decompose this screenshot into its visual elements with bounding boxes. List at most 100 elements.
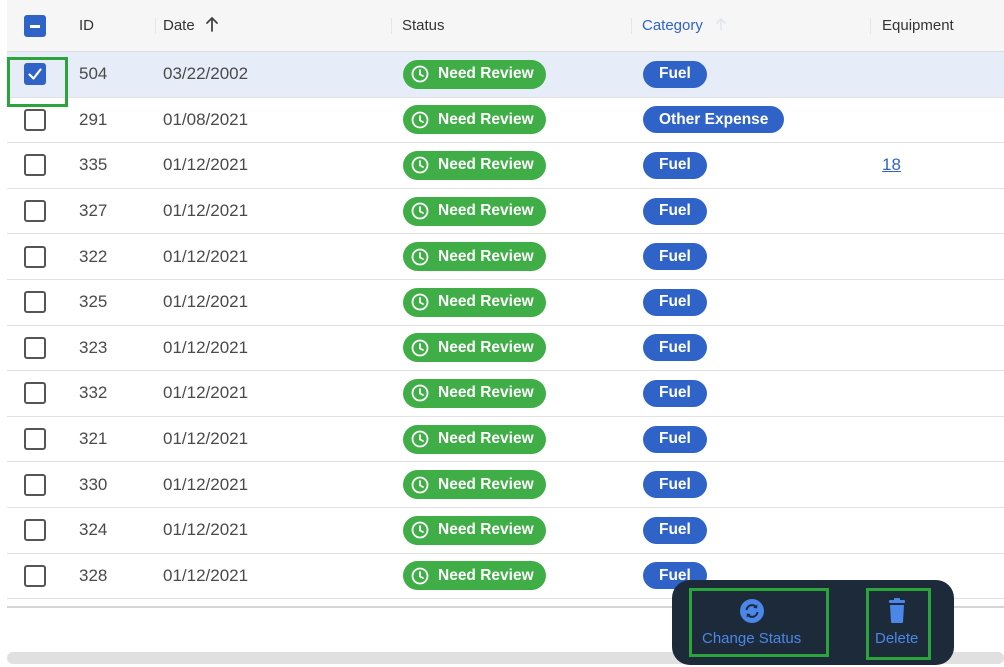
id-value: 330 — [79, 474, 108, 494]
category-badge[interactable]: Other Expense — [643, 106, 785, 134]
status-label: Need Review — [438, 110, 534, 128]
date-value: 01/12/2021 — [163, 474, 249, 494]
category-badge[interactable]: Fuel — [643, 151, 707, 179]
status-badge[interactable]: Need Review — [403, 561, 546, 591]
cell-status: Need Review — [403, 98, 546, 143]
sort-arrow-up-icon — [716, 17, 726, 31]
category-badge[interactable]: Fuel — [643, 425, 707, 453]
status-badge[interactable]: Need Review — [403, 105, 546, 135]
row-checkbox[interactable] — [24, 519, 46, 542]
id-value: 291 — [79, 109, 108, 129]
table-row[interactable]: 291 01/08/2021 Need Review Other Expense — [7, 97, 1004, 144]
status-label: Need Review — [438, 247, 534, 265]
column-header-equipment[interactable]: Equipment — [882, 0, 954, 52]
row-checkbox[interactable] — [24, 108, 46, 131]
column-header-id[interactable]: ID — [79, 0, 94, 52]
status-badge[interactable]: Need Review — [403, 470, 546, 500]
status-badge[interactable]: Need Review — [403, 196, 546, 226]
table-row[interactable]: 332 01/12/2021 Need Review Fuel — [7, 371, 1004, 417]
table-row[interactable]: 321 01/12/2021 Need Review Fuel — [7, 416, 1004, 463]
category-badge[interactable]: Fuel — [643, 334, 707, 362]
id-value: 504 — [79, 64, 108, 84]
category-badge[interactable]: Fuel — [643, 516, 707, 544]
row-checkbox[interactable] — [24, 428, 46, 451]
cell-category: Fuel — [643, 508, 707, 553]
table-row[interactable]: 335 01/12/2021 Need Review Fuel 18 — [7, 143, 1004, 189]
select-all-checkbox[interactable] — [24, 15, 46, 37]
row-checkbox[interactable] — [24, 154, 46, 177]
category-badge[interactable]: Fuel — [643, 197, 707, 225]
table-row[interactable]: 322 01/12/2021 Need Review Fuel — [7, 234, 1004, 280]
status-badge[interactable]: Need Review — [403, 59, 546, 89]
category-badge[interactable]: Fuel — [643, 243, 707, 271]
refresh-circle-icon — [739, 599, 764, 623]
status-badge[interactable]: Need Review — [403, 242, 546, 272]
date-value: 01/12/2021 — [163, 155, 249, 175]
cell-id: 330 — [79, 462, 107, 507]
cell-status: Need Review — [403, 417, 546, 462]
column-header-status[interactable]: Status — [402, 0, 445, 52]
date-value: 01/12/2021 — [163, 383, 249, 403]
cell-date: 01/12/2021 — [163, 234, 248, 279]
status-badge[interactable]: Need Review — [403, 424, 546, 454]
row-checkbox[interactable] — [24, 564, 46, 587]
date-value: 01/12/2021 — [163, 201, 249, 221]
status-label: Need Review — [438, 384, 534, 402]
table-row[interactable]: 323 01/12/2021 Need Review Fuel — [7, 325, 1004, 372]
row-checkbox[interactable] — [24, 291, 46, 314]
cell-category: Fuel — [643, 280, 707, 325]
cell-id: 291 — [79, 98, 107, 143]
status-badge[interactable]: Need Review — [403, 378, 546, 408]
table-row[interactable]: 330 01/12/2021 Need Review Fuel — [7, 462, 1004, 508]
row-checkbox[interactable] — [24, 382, 46, 405]
cell-date: 01/12/2021 — [163, 189, 248, 234]
status-label: Need Review — [438, 202, 534, 220]
cell-date: 03/22/2002 — [163, 52, 248, 97]
row-checkbox[interactable] — [24, 336, 46, 359]
status-label: Need Review — [438, 475, 534, 493]
clock-icon — [411, 385, 429, 402]
cell-category: Fuel — [643, 52, 707, 97]
cell-id: 504 — [79, 52, 107, 97]
column-header-category[interactable]: Category — [642, 0, 727, 52]
delete-button[interactable]: Delete — [875, 598, 918, 647]
table-row[interactable]: 324 01/12/2021 Need Review Fuel — [7, 507, 1004, 554]
category-badge[interactable]: Fuel — [643, 288, 707, 316]
delete-label: Delete — [875, 630, 919, 647]
table-body: 504 03/22/2002 Need Review Fuel 291 01/08/202… — [7, 52, 1004, 600]
column-separator[interactable] — [631, 18, 632, 34]
column-header-date-label: Date — [163, 17, 195, 34]
status-badge[interactable]: Need Review — [403, 515, 546, 545]
row-checkbox[interactable] — [24, 245, 46, 268]
status-badge[interactable]: Need Review — [403, 333, 546, 363]
cell-id: 327 — [79, 189, 107, 234]
date-value: 01/12/2021 — [163, 337, 249, 357]
row-checkbox[interactable] — [24, 200, 46, 223]
cell-category: Fuel — [643, 326, 707, 371]
id-value: 332 — [79, 383, 108, 403]
cell-category: Other Expense — [643, 98, 785, 143]
status-badge[interactable]: Need Review — [403, 150, 546, 180]
column-header-date[interactable]: Date — [163, 0, 219, 52]
cell-status: Need Review — [403, 189, 546, 234]
table-row[interactable]: 504 03/22/2002 Need Review Fuel — [7, 52, 1004, 98]
change-status-button[interactable]: Change Status — [702, 598, 801, 647]
category-badge[interactable]: Fuel — [643, 60, 707, 88]
column-separator[interactable] — [870, 18, 871, 34]
cell-category: Fuel — [643, 462, 707, 507]
row-checkbox[interactable] — [24, 63, 46, 86]
equipment-link[interactable]: 18 — [882, 155, 901, 175]
cell-id: 321 — [79, 417, 107, 462]
id-value: 325 — [79, 292, 108, 312]
row-checkbox[interactable] — [24, 473, 46, 496]
column-separator[interactable] — [391, 18, 392, 34]
category-badge[interactable]: Fuel — [643, 471, 707, 499]
table-row[interactable]: 327 01/12/2021 Need Review Fuel — [7, 188, 1004, 235]
status-badge[interactable]: Need Review — [403, 287, 546, 317]
category-badge[interactable]: Fuel — [643, 379, 707, 407]
column-separator[interactable] — [155, 18, 156, 34]
status-label: Need Review — [438, 521, 534, 539]
cell-date: 01/12/2021 — [163, 417, 248, 462]
bulk-action-bar: Change Status Delete — [672, 580, 954, 665]
table-row[interactable]: 325 01/12/2021 Need Review Fuel — [7, 279, 1004, 326]
